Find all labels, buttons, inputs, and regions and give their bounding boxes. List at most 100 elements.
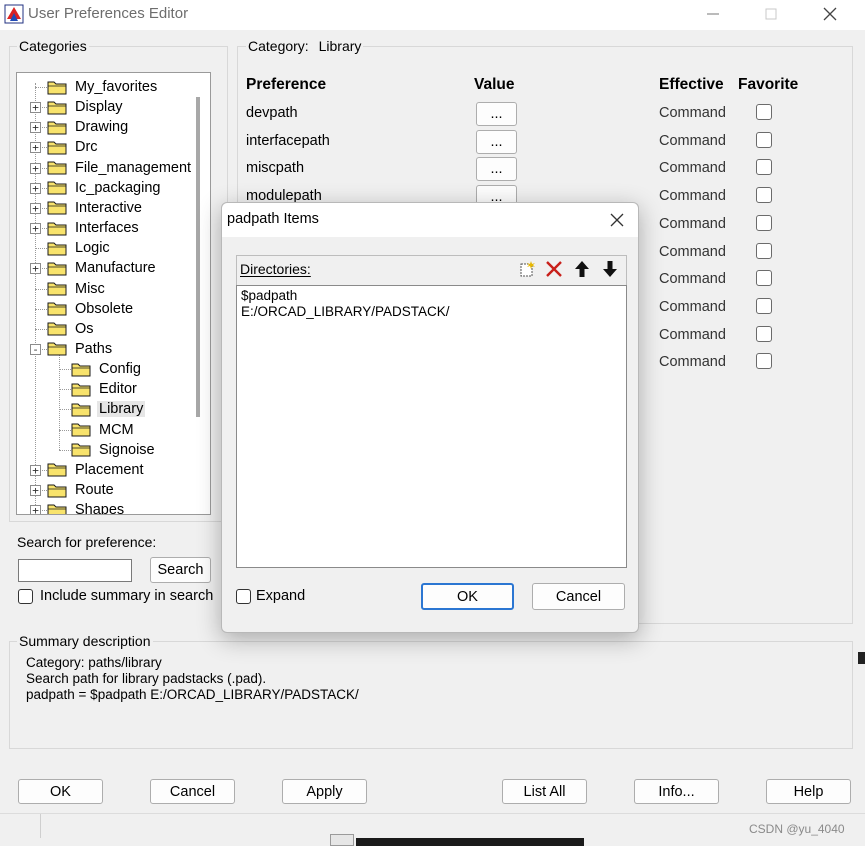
tree-item-logic[interactable]: Logic bbox=[47, 238, 112, 258]
tree-item-signoise[interactable]: Signoise bbox=[71, 440, 157, 460]
tree-item-interfaces[interactable]: Interfaces bbox=[47, 218, 141, 238]
new-item-icon[interactable] bbox=[517, 259, 537, 279]
ok-button[interactable]: OK bbox=[18, 779, 103, 804]
effective-value: Command bbox=[659, 105, 726, 121]
effective-value: Command bbox=[659, 160, 726, 177]
tree-item-label: Shapes bbox=[75, 502, 125, 515]
tree-item-my_favorites[interactable]: My_favorites bbox=[47, 77, 159, 97]
tree-item-interactive[interactable]: Interactive bbox=[47, 198, 144, 218]
summary-line: padpath = $padpath E:/ORCAD_LIBRARY/PADS… bbox=[26, 687, 359, 702]
tree-guide-line bbox=[35, 288, 47, 290]
category-tree[interactable]: My_favorites Display + Drawing + Drc + File_man… bbox=[16, 72, 211, 515]
tree-item-label: Route bbox=[75, 482, 114, 498]
tree-item-shapes[interactable]: Shapes bbox=[47, 500, 126, 515]
tree-item-label: My_favorites bbox=[75, 79, 158, 95]
tree-guide-line bbox=[35, 248, 47, 250]
tree-item-label: Ic_packaging bbox=[75, 179, 161, 196]
tree-item-paths[interactable]: Paths bbox=[47, 339, 114, 359]
close-icon bbox=[823, 7, 837, 21]
effective-value: Command bbox=[659, 188, 726, 205]
tree-item-editor[interactable]: Editor bbox=[71, 379, 139, 399]
directory-item[interactable]: $padpath bbox=[241, 288, 297, 303]
tree-item-label: Library bbox=[97, 401, 146, 418]
expand-icon[interactable]: + bbox=[30, 263, 41, 275]
favorite-checkbox[interactable] bbox=[756, 104, 772, 120]
directories-list[interactable]: $padpath E:/ORCAD_LIBRARY/PADSTACK/ bbox=[236, 285, 627, 568]
help-button[interactable]: Help bbox=[766, 779, 851, 804]
info-button[interactable]: Info... bbox=[634, 779, 719, 804]
tree-item-obsolete[interactable]: Obsolete bbox=[47, 299, 135, 319]
minimize-button[interactable] bbox=[703, 4, 723, 24]
expand-icon[interactable]: + bbox=[30, 142, 41, 154]
favorite-checkbox[interactable] bbox=[756, 214, 772, 231]
tree-scrollbar-thumb[interactable] bbox=[196, 97, 200, 417]
delete-icon[interactable] bbox=[544, 259, 564, 279]
folder-icon bbox=[47, 181, 67, 195]
effective-value: Command bbox=[659, 354, 726, 371]
tree-item-label: Display bbox=[75, 99, 123, 116]
tree-item-manufacture[interactable]: Manufacture bbox=[47, 258, 158, 278]
favorite-checkbox[interactable] bbox=[756, 353, 772, 370]
search-input[interactable] bbox=[18, 559, 132, 582]
search-button[interactable]: Search bbox=[150, 557, 211, 583]
dialog-ok-button[interactable]: OK bbox=[421, 583, 514, 610]
category-label: Category: Library bbox=[246, 38, 364, 54]
window-title: User Preferences Editor bbox=[28, 5, 189, 22]
categories-label: Categories bbox=[17, 38, 89, 54]
favorite-checkbox[interactable] bbox=[756, 159, 772, 176]
list-all-button[interactable]: List All bbox=[502, 779, 587, 804]
tree-item-route[interactable]: Route bbox=[47, 480, 116, 500]
tree-item-label: Manufacture bbox=[75, 260, 156, 277]
maximize-button[interactable] bbox=[761, 4, 781, 24]
tree-item-drc[interactable]: Drc bbox=[47, 137, 100, 157]
expand-icon[interactable]: + bbox=[30, 464, 41, 476]
expand-icon[interactable]: + bbox=[30, 162, 41, 174]
expand-icon[interactable]: + bbox=[30, 202, 41, 214]
tree-item-placement[interactable]: Placement bbox=[47, 460, 146, 480]
tree-item-ic_packaging[interactable]: Ic_packaging bbox=[47, 178, 162, 198]
favorite-checkbox[interactable] bbox=[756, 297, 772, 314]
expand-icon[interactable]: + bbox=[30, 223, 41, 235]
favorite-checkbox[interactable] bbox=[756, 242, 772, 259]
tree-item-file_management[interactable]: File_management bbox=[47, 158, 193, 178]
tree-item-os[interactable]: Os bbox=[47, 319, 96, 339]
effective-value: Command bbox=[659, 243, 726, 260]
apply-button[interactable]: Apply bbox=[282, 779, 367, 804]
expand-icon[interactable]: + bbox=[30, 122, 41, 134]
expand-icon[interactable]: + bbox=[30, 485, 41, 496]
favorite-checkbox[interactable] bbox=[756, 270, 772, 287]
value-edit-button[interactable]: ... bbox=[476, 129, 517, 154]
tree-item-drawing[interactable]: Drawing bbox=[47, 117, 130, 137]
value-edit-button[interactable]: ... bbox=[476, 157, 517, 182]
expand-icon[interactable]: + bbox=[30, 505, 41, 514]
tree-item-label: Editor bbox=[99, 381, 137, 398]
move-down-icon[interactable] bbox=[600, 259, 620, 279]
dialog-cancel-button[interactable]: Cancel bbox=[532, 583, 625, 610]
dialog-close-button[interactable] bbox=[607, 210, 627, 230]
taskbar-fragment bbox=[330, 834, 354, 846]
favorite-checkbox[interactable] bbox=[756, 325, 772, 342]
tree-item-label: Logic bbox=[75, 240, 110, 257]
tree-guide-line bbox=[59, 429, 71, 431]
directory-item[interactable]: E:/ORCAD_LIBRARY/PADSTACK/ bbox=[241, 304, 450, 319]
tree-item-library[interactable]: Library bbox=[71, 399, 146, 419]
summary-line: Search path for library padstacks (.pad)… bbox=[26, 671, 267, 686]
move-up-icon[interactable] bbox=[572, 259, 592, 279]
tree-item-misc[interactable]: Misc bbox=[47, 279, 107, 299]
favorite-checkbox[interactable] bbox=[756, 131, 772, 148]
cancel-button[interactable]: Cancel bbox=[150, 779, 235, 804]
expand-icon[interactable]: + bbox=[30, 182, 41, 194]
include-summary-checkbox[interactable] bbox=[18, 589, 33, 604]
value-edit-button[interactable]: ... bbox=[476, 102, 517, 126]
expand-checkbox[interactable] bbox=[236, 589, 251, 604]
tree-item-display[interactable]: Display bbox=[47, 97, 125, 117]
close-button[interactable] bbox=[820, 4, 840, 24]
folder-icon bbox=[47, 141, 67, 155]
folder-icon bbox=[71, 443, 91, 457]
favorite-checkbox[interactable] bbox=[756, 187, 772, 204]
tree-item-config[interactable]: Config bbox=[71, 359, 143, 379]
expand-icon[interactable]: + bbox=[30, 102, 41, 114]
collapse-icon[interactable]: - bbox=[30, 343, 41, 355]
tree-item-mcm[interactable]: MCM bbox=[71, 420, 136, 440]
folder-icon bbox=[47, 302, 67, 316]
